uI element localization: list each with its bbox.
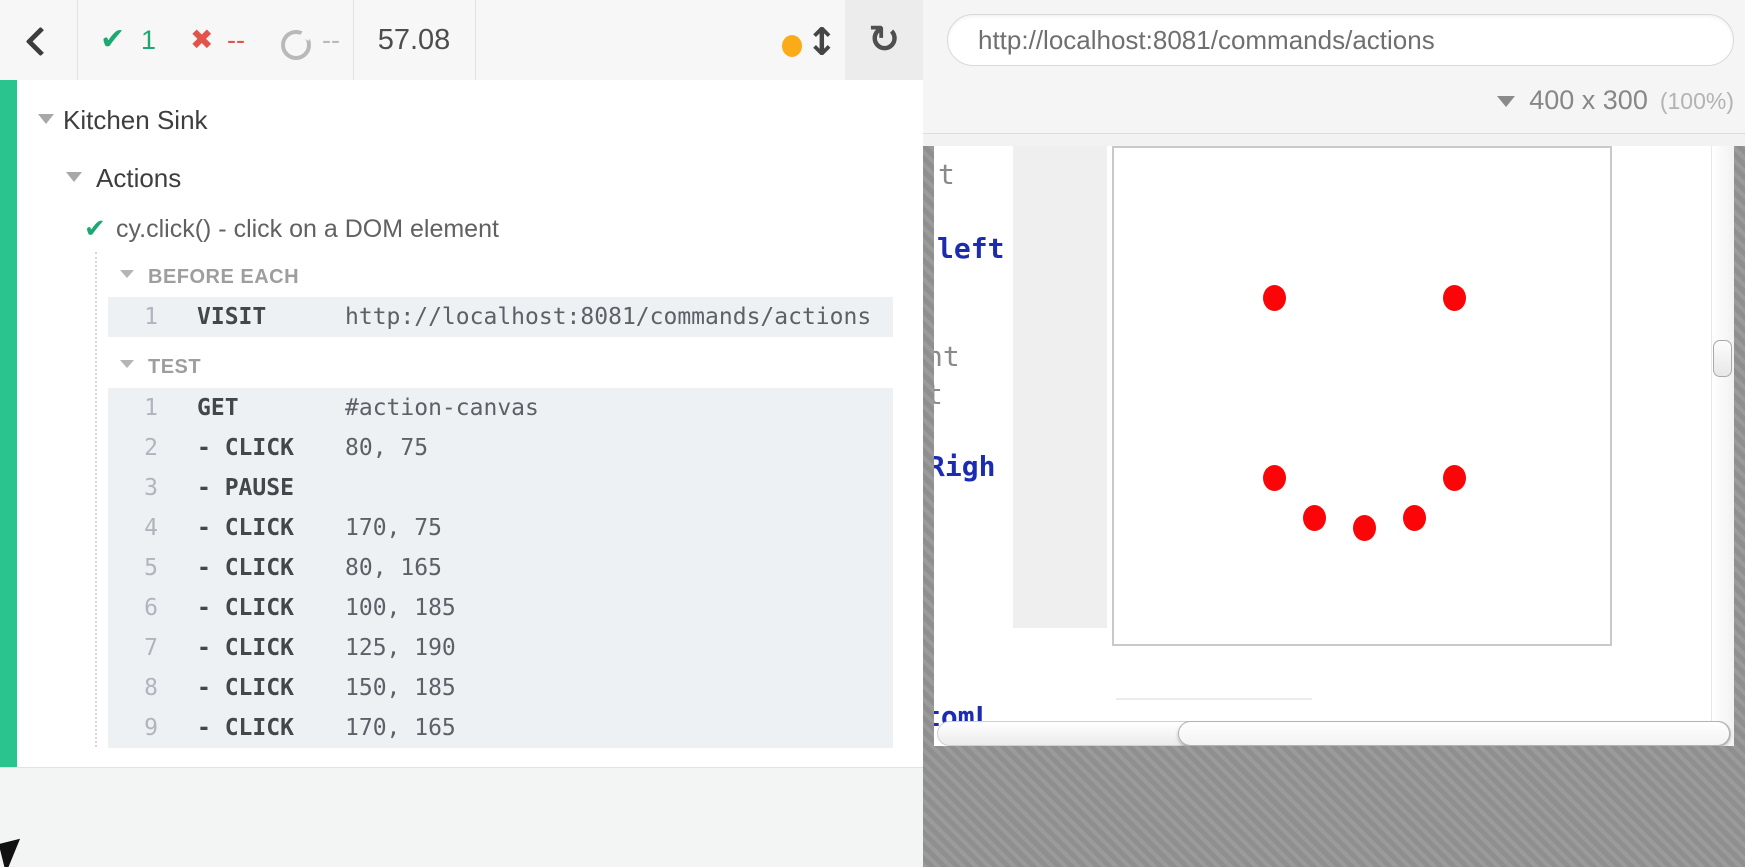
collapse-caret-icon[interactable]: [120, 270, 134, 278]
reporter-header: ✔ 1 ✖ -- -- 57.08 ↕: [0, 0, 845, 81]
cypress-test-runner: ✔ 1 ✖ -- -- 57.08 ↕ ↻ http://localhost:8…: [0, 0, 1745, 867]
viewport-scale: (100%): [1660, 88, 1734, 114]
command-log: Kitchen Sink Actions ✔ cy.click() - clic…: [0, 80, 923, 767]
test-passed-check-icon: ✔: [84, 214, 106, 244]
command-row[interactable]: 6 - CLICK 100, 185: [108, 588, 893, 628]
command-row[interactable]: 8 - CLICK 150, 185: [108, 668, 893, 708]
click-dot: [1353, 515, 1376, 541]
test-commands: 1 GET #action-canvas 2 - CLICK 80, 75 3 - PAUSE…: [108, 388, 893, 748]
snapshot-dot-indicator: [782, 35, 802, 57]
hook-label-test[interactable]: TEST: [148, 356, 201, 379]
command-number: 4: [108, 508, 158, 548]
spec-root-title[interactable]: Kitchen Sink: [63, 105, 208, 136]
command-args: 170, 75: [345, 508, 442, 548]
refresh-icon: ↻: [868, 17, 900, 61]
command-number: 3: [108, 468, 158, 508]
horizontal-scrollbar-thumb[interactable]: [1178, 721, 1730, 746]
command-args: 80, 75: [345, 428, 428, 468]
click-dot: [1443, 465, 1466, 491]
section-divider: [1116, 698, 1312, 700]
hook-label-before-each[interactable]: BEFORE EACH: [148, 266, 299, 289]
command-number: 5: [108, 548, 158, 588]
divider: [475, 0, 476, 80]
command-args: 80, 165: [345, 548, 442, 588]
collapse-caret-icon[interactable]: [38, 114, 54, 124]
command-method: - CLICK: [197, 548, 294, 588]
command-args: 125, 190: [345, 628, 456, 668]
click-dot: [1443, 285, 1466, 311]
test-duration: 57.08: [353, 0, 475, 80]
test-body-guide-line: [95, 252, 97, 747]
command-method: - PAUSE: [197, 468, 294, 508]
refresh-button[interactable]: ↻: [845, 0, 923, 81]
viewport-size: 400 x 300: [1529, 85, 1648, 115]
command-row[interactable]: 4 - CLICK 170, 75: [108, 508, 893, 548]
code-fragment: left: [937, 232, 1004, 265]
command-args: 150, 185: [345, 668, 456, 708]
back-chevron-icon[interactable]: [26, 27, 56, 57]
command-args: #action-canvas: [345, 388, 539, 428]
failed-count: --: [227, 0, 245, 80]
chevron-down-icon: [1497, 96, 1515, 107]
command-row[interactable]: 9 - CLICK 170, 165: [108, 708, 893, 748]
viewport-size-selector[interactable]: 400 x 300 (100%): [1497, 84, 1734, 116]
command-row[interactable]: 1 GET #action-canvas: [108, 388, 893, 428]
command-method: VISIT: [197, 297, 266, 337]
command-row[interactable]: 1 VISIT http://localhost:8081/commands/act…: [108, 297, 893, 337]
command-method: - CLICK: [197, 668, 294, 708]
collapse-caret-icon[interactable]: [66, 172, 82, 182]
collapse-caret-icon[interactable]: [120, 360, 134, 368]
command-args: 170, 165: [345, 708, 456, 748]
command-method: GET: [197, 388, 239, 428]
command-number: 2: [108, 428, 158, 468]
code-fragment: t: [938, 158, 955, 191]
command-number: 6: [108, 588, 158, 628]
pending-circle-icon: [281, 30, 311, 60]
command-number: 1: [108, 388, 158, 428]
click-dot: [1263, 285, 1286, 311]
vertical-scrollbar-thumb[interactable]: [1713, 340, 1732, 377]
command-number: 1: [108, 297, 158, 337]
command-row[interactable]: 3 - PAUSE: [108, 468, 893, 508]
failed-x-icon: ✖: [190, 0, 213, 80]
test-title[interactable]: cy.click() - click on a DOM element: [116, 215, 499, 244]
command-row[interactable]: 2 - CLICK 80, 75: [108, 428, 893, 468]
command-method: - CLICK: [197, 508, 294, 548]
command-method: - CLICK: [197, 628, 294, 668]
pass-indicator-strip: [0, 80, 17, 767]
pending-count: --: [322, 0, 340, 80]
click-dot: [1403, 505, 1426, 531]
before-each-commands: 1 VISIT http://localhost:8081/commands/act…: [108, 297, 893, 337]
aut-iframe[interactable]: tlefthttRightomL: [934, 146, 1734, 746]
click-dot: [1303, 505, 1326, 531]
code-fragment: ht: [934, 340, 960, 373]
vertical-scrollbar-track[interactable]: [1711, 146, 1734, 746]
updown-arrow-icon[interactable]: ↕: [806, 20, 838, 64]
command-number: 8: [108, 668, 158, 708]
command-number: 7: [108, 628, 158, 668]
command-row[interactable]: 5 - CLICK 80, 165: [108, 548, 893, 588]
suite-title[interactable]: Actions: [96, 163, 181, 194]
passed-check-icon: ✔: [100, 0, 125, 80]
reporter-footer-area: [0, 767, 923, 867]
command-number: 9: [108, 708, 158, 748]
action-canvas[interactable]: [1112, 146, 1612, 646]
code-fragment: t: [934, 378, 943, 411]
passed-count: 1: [141, 0, 156, 80]
command-method: - CLICK: [197, 428, 294, 468]
command-args: 100, 185: [345, 588, 456, 628]
command-row[interactable]: 7 - CLICK 125, 190: [108, 628, 893, 668]
code-block-background: [1013, 146, 1107, 628]
click-dot: [1263, 465, 1286, 491]
command-args: http://localhost:8081/commands/actions: [345, 297, 871, 337]
divider: [77, 0, 78, 80]
aut-top-margin: [923, 134, 1745, 146]
command-method: - CLICK: [197, 588, 294, 628]
command-method: - CLICK: [197, 708, 294, 748]
url-address-bar[interactable]: http://localhost:8081/commands/actions: [947, 14, 1734, 66]
code-fragment: Righ: [934, 450, 995, 483]
